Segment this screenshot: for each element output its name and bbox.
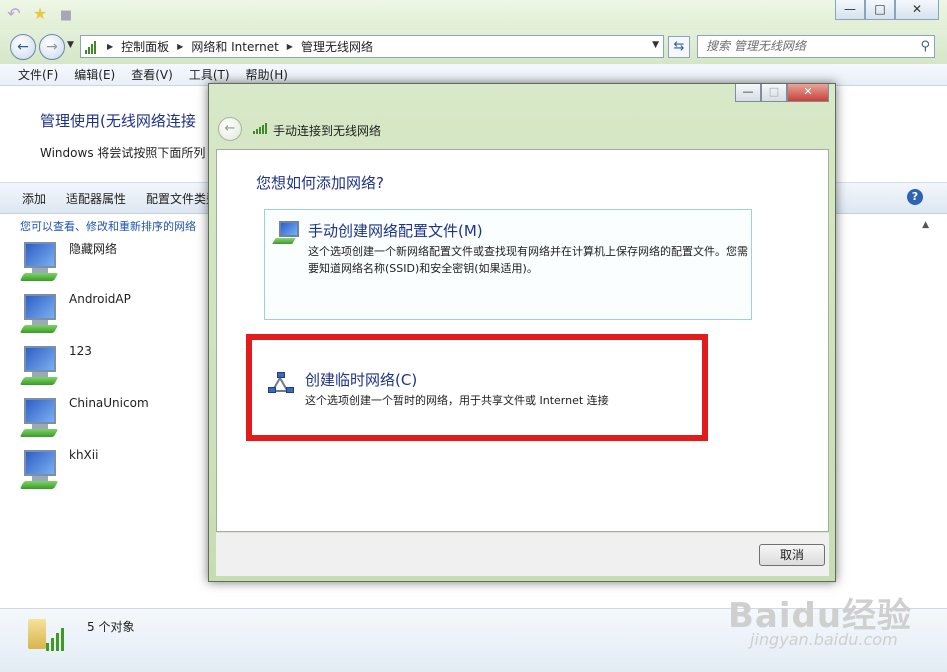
breadcrumb-control-panel[interactable]: 控制面板: [121, 38, 169, 55]
page-subtitle: Windows 将尝试按照下面所列: [40, 146, 206, 160]
network-folder-icon: [22, 617, 68, 657]
address-dropdown-icon[interactable]: ▼: [652, 40, 659, 50]
manual-connect-dialog: — □ ✕ ← 手动连接到无线网络 您想如何添加网络? 手动创建网络配置文件(M…: [208, 83, 836, 582]
menu-edit[interactable]: 编辑(E): [74, 66, 115, 83]
option-manual-profile-desc: 这个选项创建一个新网络配置文件或查找现有网络并在计算机上保存网络的配置文件。您需…: [308, 245, 748, 275]
wireless-network-icon: [19, 242, 60, 284]
network-name: AndroidAP: [69, 292, 131, 306]
dialog-minimize-button[interactable]: —: [735, 84, 761, 102]
search-icon[interactable]: ⚲: [920, 36, 930, 57]
wireless-network-icon: [19, 294, 60, 336]
watermark-url: jingyan.baidu.com: [750, 630, 898, 649]
address-toolbar: ← → ▼ ▶ 控制面板 ▶ 网络和 Internet ▶ 管理无线网络 ▼ ⇆…: [0, 30, 947, 64]
dialog-close-button[interactable]: ✕: [787, 84, 829, 102]
network-signal-icon: [85, 40, 101, 54]
collapse-chevron-icon[interactable]: ▲: [922, 220, 929, 230]
page-title: 管理使用(无线网络连接: [40, 112, 196, 130]
option-manual-profile-title: 手动创建网络配置文件(M): [308, 222, 483, 240]
minimize-button[interactable]: —: [835, 0, 865, 20]
address-bar[interactable]: ▶ 控制面板 ▶ 网络和 Internet ▶ 管理无线网络 ▼: [80, 35, 664, 58]
list-item[interactable]: ChinaUnicom: [16, 392, 206, 444]
favorites-star-icon[interactable]: ★: [30, 4, 50, 24]
breadcrumb-network-internet[interactable]: 网络和 Internet: [191, 38, 278, 55]
list-item[interactable]: AndroidAP: [16, 288, 206, 340]
computer-network-icon: [272, 221, 302, 249]
dialog-back-button[interactable]: ←: [218, 117, 242, 141]
menu-view[interactable]: 查看(V): [131, 66, 173, 83]
quick-access-icons: ↶ ★ ■: [4, 4, 82, 26]
option-manual-profile[interactable]: 手动创建网络配置文件(M) 这个选项创建一个新网络配置文件或查找现有网络并在计算…: [264, 209, 752, 320]
add-button[interactable]: 添加: [22, 190, 46, 207]
chevron-right-icon[interactable]: ▶: [287, 42, 293, 51]
adhoc-network-icon: [268, 372, 296, 398]
wireless-network-icon: [19, 398, 60, 440]
chevron-right-icon[interactable]: ▶: [107, 42, 113, 51]
recent-pages-dropdown-icon[interactable]: ▼: [67, 40, 74, 50]
network-name: khXii: [69, 448, 99, 462]
option-adhoc-desc: 这个选项创建一个暂时的网络，用于共享文件或 Internet 连接: [305, 394, 609, 407]
forward-button[interactable]: →: [39, 34, 65, 60]
wireless-network-icon: [19, 450, 60, 492]
networks-hint: 您可以查看、修改和重新排序的网络: [20, 220, 196, 233]
window-controls: — □ ✕: [835, 0, 939, 20]
dialog-window-controls: — □ ✕: [735, 84, 829, 102]
close-button[interactable]: ✕: [895, 0, 939, 20]
back-button[interactable]: ←: [10, 34, 36, 60]
network-list: 隐藏网络 AndroidAP 123 ChinaUnicom khXii: [16, 236, 206, 496]
chevron-right-icon[interactable]: ▶: [177, 42, 183, 51]
network-name: 123: [69, 344, 92, 358]
wireless-network-icon: [19, 346, 60, 388]
menu-tools[interactable]: 工具(T): [189, 66, 230, 83]
list-item[interactable]: 隐藏网络: [16, 236, 206, 288]
option-adhoc-title[interactable]: 创建临时网络(C): [305, 369, 417, 390]
item-count: 5 个对象: [87, 620, 135, 634]
maximize-button[interactable]: □: [865, 0, 895, 20]
window-titlebar: ↶ ★ ■ — □ ✕: [0, 0, 947, 30]
dialog-maximize-button: □: [761, 84, 787, 102]
menu-file[interactable]: 文件(F): [18, 66, 58, 83]
breadcrumb: ▶ 控制面板 ▶ 网络和 Internet ▶ 管理无线网络: [107, 38, 381, 55]
menu-help[interactable]: 帮助(H): [246, 66, 288, 83]
adapter-properties-button[interactable]: 适配器属性: [66, 190, 126, 207]
list-item[interactable]: 123: [16, 340, 206, 392]
window-menu-icon[interactable]: ■: [56, 6, 76, 26]
dialog-title: 手动连接到无线网络: [273, 124, 382, 138]
network-name: ChinaUnicom: [69, 396, 149, 410]
breadcrumb-manage-wireless[interactable]: 管理无线网络: [301, 38, 373, 55]
cancel-button[interactable]: 取消: [759, 544, 825, 566]
help-icon[interactable]: ?: [907, 189, 923, 205]
undo-icon[interactable]: ↶: [4, 4, 24, 24]
dialog-question: 您想如何添加网络?: [256, 174, 384, 192]
refresh-button[interactable]: ⇆: [668, 36, 690, 58]
search-placeholder: 搜索 管理无线网络: [706, 39, 806, 53]
list-item[interactable]: khXii: [16, 444, 206, 496]
wireless-signal-icon: [253, 122, 267, 134]
baidu-watermark: Baidu经验 jingyan.baidu.com: [728, 588, 938, 658]
dialog-footer: 取消: [216, 532, 829, 576]
search-input[interactable]: 搜索 管理无线网络 ⚲: [697, 35, 935, 58]
network-name: 隐藏网络: [69, 242, 118, 256]
